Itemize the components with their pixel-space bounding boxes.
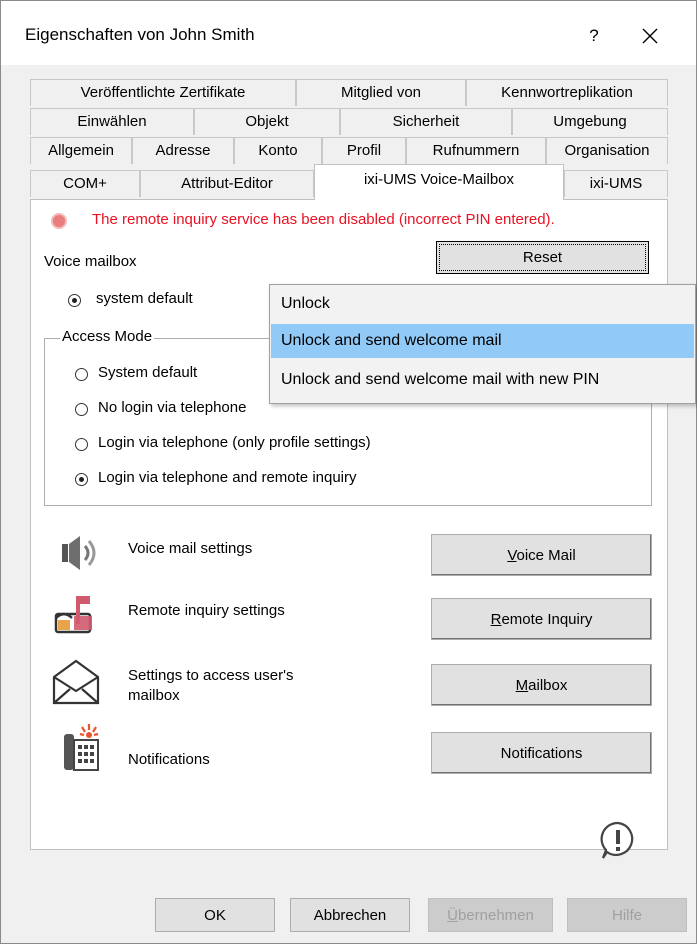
menu-item-unlock-send-welcome[interactable]: Unlock and send welcome mail <box>271 324 694 358</box>
system-default-label: system default <box>96 290 193 307</box>
remote-inquiry-accel: R <box>490 610 502 628</box>
tab-rufnummern[interactable]: Rufnummern <box>406 137 546 164</box>
info-speech-bubble-icon <box>597 819 639 865</box>
tab-sicherheit[interactable]: Sicherheit <box>340 108 512 135</box>
reset-button[interactable]: Reset <box>436 241 649 274</box>
tab-kennwortreplikation[interactable]: Kennwortreplikation <box>466 79 668 106</box>
help-button[interactable]: ? <box>579 21 609 51</box>
notifications-button[interactable]: Notifications <box>431 732 652 774</box>
mailbox-icon <box>54 594 96 642</box>
window-title: Eigenschaften von John Smith <box>25 25 255 44</box>
tab-objekt[interactable]: Objekt <box>194 108 340 135</box>
remote-inquiry-button-label: emote Inquiry <box>501 610 593 628</box>
access-mode-radio-no-login[interactable] <box>75 403 88 416</box>
title-bar: Eigenschaften von John Smith ? <box>1 1 696 65</box>
mailbox-accel: M <box>515 676 529 694</box>
tab-allgemein[interactable]: Allgemein <box>30 137 132 164</box>
access-mode-option-label: No login via telephone <box>98 399 247 416</box>
tab-einwaehlen[interactable]: Einwählen <box>30 108 194 135</box>
access-mode-option-label: Login via telephone and remote inquiry <box>98 469 357 486</box>
tab-adresse[interactable]: Adresse <box>132 137 234 164</box>
access-mode-title: Access Mode <box>60 328 155 345</box>
apply-accel: Ü <box>447 906 458 924</box>
access-mode-option-label: Login via telephone (only profile settin… <box>98 434 371 451</box>
menu-item-unlock-send-welcome-new-pin[interactable]: Unlock and send welcome mail with new PI… <box>271 363 694 397</box>
error-status-icon <box>51 213 67 229</box>
access-mode-radio-remote-inquiry[interactable] <box>75 473 88 486</box>
mailbox-button-label: ailbox <box>528 676 568 694</box>
tab-com-plus[interactable]: COM+ <box>30 170 140 197</box>
system-default-radio[interactable] <box>68 294 81 307</box>
tab-ixi-ums-voice-mailbox[interactable]: ixi-UMS Voice-Mailbox <box>314 164 564 200</box>
tab-konto[interactable]: Konto <box>234 137 322 164</box>
mailbox-settings-label-line1: Settings to access user's <box>128 667 294 684</box>
voice-mailbox-label: Voice mailbox <box>44 253 137 270</box>
status-message: The remote inquiry service has been disa… <box>92 211 555 228</box>
tab-veroeffentlichte-zertifikate[interactable]: Veröffentlichte Zertifikate <box>30 79 296 106</box>
help-button-footer: Hilfe <box>567 898 687 932</box>
voice-mail-settings-label: Voice mail settings <box>128 540 253 557</box>
reset-dropdown-menu: Unlock Unlock and send welcome mail Unlo… <box>269 284 696 404</box>
tab-mitglied-von[interactable]: Mitglied von <box>296 79 466 106</box>
speaker-icon <box>60 533 100 577</box>
menu-item-unlock[interactable]: Unlock <box>271 287 694 321</box>
tab-profil[interactable]: Profil <box>322 137 406 164</box>
access-mode-radio-system-default[interactable] <box>75 368 88 381</box>
tab-attribut-editor[interactable]: Attribut-Editor <box>140 170 314 197</box>
tab-umgebung[interactable]: Umgebung <box>512 108 668 135</box>
apply-button-label: bernehmen <box>457 906 534 924</box>
voice-mail-button[interactable]: Voice Mail <box>431 534 652 576</box>
voice-mail-accel: V <box>507 546 517 564</box>
envelope-icon <box>50 657 102 711</box>
mailbox-button[interactable]: Mailbox <box>431 664 652 706</box>
remote-inquiry-settings-label: Remote inquiry settings <box>128 602 285 619</box>
access-mode-option-label: System default <box>98 364 198 381</box>
apply-button: Übernehmen <box>428 898 553 932</box>
tab-organisation[interactable]: Organisation <box>546 137 668 164</box>
access-mode-radio-profile-settings[interactable] <box>75 438 88 451</box>
close-icon[interactable] <box>633 19 667 53</box>
cancel-button[interactable]: Abbrechen <box>290 898 410 932</box>
phone-notification-icon <box>62 722 104 778</box>
remote-inquiry-button[interactable]: Remote Inquiry <box>431 598 652 640</box>
tab-ixi-ums[interactable]: ixi-UMS <box>564 170 668 197</box>
ok-button[interactable]: OK <box>155 898 275 932</box>
voice-mail-button-label: oice Mail <box>516 546 576 564</box>
mailbox-settings-label-line2: mailbox <box>128 687 180 704</box>
notifications-label: Notifications <box>128 751 210 768</box>
